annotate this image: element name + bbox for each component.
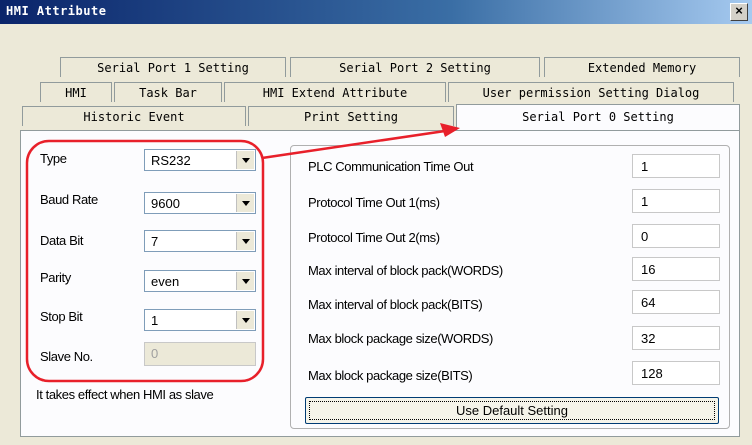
stop-bit-select[interactable]: 1 — [144, 309, 256, 331]
chevron-down-icon — [236, 194, 254, 212]
window-title: HMI Attribute — [6, 4, 107, 18]
protocol-timeout-2-input[interactable]: 0 — [632, 224, 720, 248]
type-value: RS232 — [151, 153, 191, 168]
tab-serial-port-1[interactable]: Serial Port 1 Setting — [60, 57, 286, 77]
max-interval-bits-label: Max interval of block pack(BITS) — [308, 297, 483, 312]
parity-value: even — [151, 274, 180, 289]
tab-print-setting[interactable]: Print Setting — [248, 106, 454, 126]
chevron-down-icon — [236, 151, 254, 169]
slave-no-field: 0 — [144, 342, 256, 366]
protocol-timeout-2-label: Protocol Time Out 2(ms) — [308, 230, 440, 245]
max-size-words-value: 32 — [641, 331, 656, 346]
use-default-button[interactable]: Use Default Setting — [305, 397, 719, 424]
tab-serial-port-0[interactable]: Serial Port 0 Setting — [456, 104, 740, 130]
slave-no-value: 0 — [151, 346, 159, 361]
plc-timeout-value: 1 — [641, 159, 649, 174]
max-interval-bits-input[interactable]: 64 — [632, 290, 720, 314]
chevron-down-icon — [236, 311, 254, 329]
chevron-down-icon — [236, 232, 254, 250]
tab-hmi-extend-attribute[interactable]: HMI Extend Attribute — [224, 82, 446, 102]
slave-note: It takes effect when HMI as slave — [36, 387, 214, 402]
stop-bit-value: 1 — [151, 313, 159, 328]
parity-select[interactable]: even — [144, 270, 256, 292]
protocol-timeout-1-input[interactable]: 1 — [632, 189, 720, 213]
use-default-label: Use Default Setting — [455, 403, 568, 418]
tab-task-bar[interactable]: Task Bar — [114, 82, 222, 102]
max-interval-bits-value: 64 — [641, 295, 656, 310]
title-bar: HMI Attribute × — [0, 0, 752, 24]
plc-timeout-label: PLC Communication Time Out — [308, 159, 474, 174]
max-interval-words-input[interactable]: 16 — [632, 257, 720, 281]
tab-hmi[interactable]: HMI — [40, 82, 112, 102]
data-bit-label: Data Bit — [40, 233, 84, 248]
max-interval-words-value: 16 — [641, 262, 656, 277]
max-size-words-label: Max block package size(WORDS) — [308, 331, 493, 346]
slave-no-label: Slave No. — [40, 349, 93, 364]
tab-user-permission[interactable]: User permission Setting Dialog — [448, 82, 734, 102]
protocol-timeout-2-value: 0 — [641, 229, 649, 244]
type-select[interactable]: RS232 — [144, 149, 256, 171]
protocol-timeout-1-value: 1 — [641, 194, 649, 209]
data-bit-value: 7 — [151, 234, 159, 249]
timeout-group — [290, 145, 730, 429]
chevron-down-icon — [236, 272, 254, 290]
tab-extended-memory[interactable]: Extended Memory — [544, 57, 740, 77]
parity-label: Parity — [40, 270, 71, 285]
close-button[interactable]: × — [730, 3, 748, 21]
baud-rate-select[interactable]: 9600 — [144, 192, 256, 214]
tab-serial-port-2[interactable]: Serial Port 2 Setting — [290, 57, 540, 77]
type-label: Type — [40, 151, 67, 166]
baud-rate-value: 9600 — [151, 196, 180, 211]
max-size-bits-input[interactable]: 128 — [632, 361, 720, 385]
plc-timeout-input[interactable]: 1 — [632, 154, 720, 178]
max-size-words-input[interactable]: 32 — [632, 326, 720, 350]
max-interval-words-label: Max interval of block pack(WORDS) — [308, 263, 503, 278]
stop-bit-label: Stop Bit — [40, 309, 83, 324]
baud-rate-label: Baud Rate — [40, 192, 98, 207]
protocol-timeout-1-label: Protocol Time Out 1(ms) — [308, 195, 440, 210]
max-size-bits-value: 128 — [641, 366, 663, 381]
tab-historic-event[interactable]: Historic Event — [22, 106, 246, 126]
data-bit-select[interactable]: 7 — [144, 230, 256, 252]
max-size-bits-label: Max block package size(BITS) — [308, 368, 473, 383]
